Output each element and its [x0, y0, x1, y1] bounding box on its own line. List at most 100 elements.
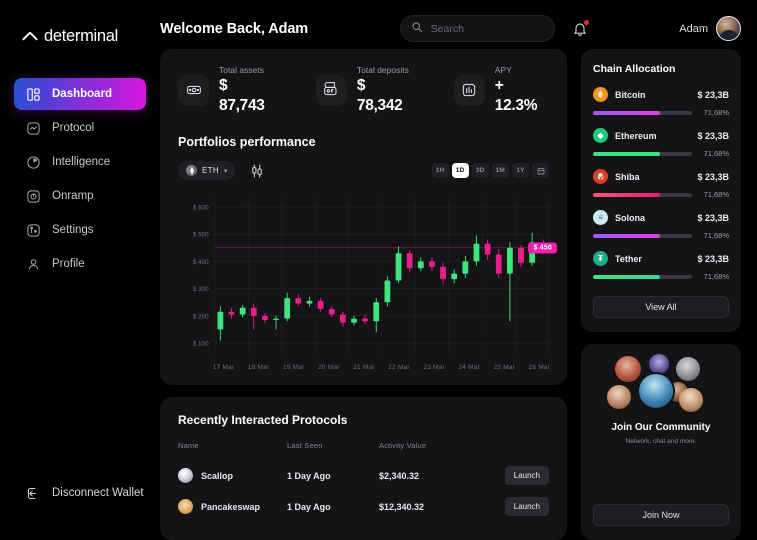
view-all-button[interactable]: View All — [593, 296, 729, 319]
tether-icon: ₮ — [593, 251, 608, 267]
chart-x-tick: 19 Mar — [283, 364, 305, 371]
protocols-table: Name Last Seen Activity Value Scallop 1 … — [178, 441, 549, 522]
chart-x-tick: 24 Mar — [458, 364, 480, 371]
disconnect-wallet-button[interactable]: Disconnect Wallet — [14, 478, 156, 508]
chain-percent: 71,68% — [703, 190, 729, 200]
community-title: Join Our Community — [611, 422, 711, 434]
left-column: Total assets $ 87,743 Total deposits $ 7… — [160, 49, 567, 540]
content-grid: Total assets $ 87,743 Total deposits $ 7… — [160, 43, 741, 540]
sidebar-item-label: Protocol — [52, 122, 95, 134]
chart-controls: ETH ▾ 1H 1D 3D 1M 1Y — [178, 161, 549, 180]
chart-x-tick: 22 Mar — [388, 364, 410, 371]
asset-symbol: ETH — [202, 166, 219, 175]
sidebar-item-protocol[interactable]: Protocol — [14, 112, 146, 144]
user-name: Adam — [679, 22, 708, 35]
settings-icon — [26, 223, 41, 238]
price-marker-badge: $ 450 — [528, 242, 557, 254]
solona-icon: ≡ — [593, 210, 608, 226]
profile-icon — [26, 257, 41, 272]
stat-label: APY — [494, 65, 512, 76]
ethereum-icon: ◆ — [593, 128, 608, 144]
main-area: Welcome Back, Adam Adam — [160, 0, 757, 540]
chain-allocation-row: ₮ Tether $ 23,3B 71,68% — [593, 251, 729, 281]
welcome-message: Welcome Back, Adam — [160, 20, 309, 37]
candlestick-icon[interactable] — [249, 163, 265, 179]
sidebar-item-label: Dashboard — [52, 88, 113, 100]
sidebar-item-dashboard[interactable]: Dashboard — [14, 78, 146, 110]
calendar-icon[interactable] — [532, 163, 549, 178]
sidebar: determinal Dashboard Protocol Intelligen… — [0, 0, 160, 540]
sidebar-item-label: Settings — [52, 224, 94, 236]
chart-header: Portfolios performance ETH ▾ 1H 1D 3D 1M… — [160, 119, 567, 180]
stat-value: $ 78,342 — [356, 77, 403, 114]
community-card: Join Our Community Network, chat and mor… — [581, 344, 741, 540]
svg-text:$ 200: $ 200 — [193, 313, 209, 320]
avatar[interactable] — [716, 16, 741, 42]
user-menu[interactable]: Adam — [679, 16, 741, 42]
table-row: Pancakeswap 1 Day Ago $12,340.32 Launch — [178, 491, 549, 522]
chain-progress-bar — [593, 274, 692, 279]
stat-total-deposits: Total deposits $ 78,342 — [315, 65, 414, 115]
sidebar-nav: Dashboard Protocol Intelligence Onramp S… — [0, 78, 160, 280]
chain-allocation-card: Chain Allocation ฿ Bitcoin $ 23,3B 71,68% ◆ E… — [581, 49, 741, 333]
wallet-icon — [315, 74, 347, 106]
protocol-icon — [26, 121, 41, 136]
intelligence-icon — [26, 155, 41, 170]
protocol-last-seen: 1 Day Ago — [287, 501, 331, 512]
search-input[interactable] — [430, 22, 544, 35]
sidebar-item-onramp[interactable]: Onramp — [14, 180, 146, 212]
chain-progress-bar — [593, 151, 692, 156]
chart-x-tick: 18 Mar — [247, 364, 270, 371]
stat-total-assets: Total assets $ 87,743 — [178, 65, 276, 115]
chart-x-tick: 23 Mar — [423, 364, 445, 371]
sidebar-item-intelligence[interactable]: Intelligence — [14, 146, 146, 178]
chevron-down-icon: ▾ — [223, 167, 228, 175]
chain-name: Tether — [615, 253, 642, 264]
chain-percent: 71,68% — [703, 272, 729, 282]
protocols-card: Recently Interacted Protocols Name Last … — [160, 397, 567, 540]
chain-allocation-title: Chain Allocation — [593, 63, 676, 76]
chart-x-tick: 20 Mar — [318, 364, 340, 371]
stat-label: Total deposits — [356, 65, 409, 76]
chain-amount: $ 23,3B — [697, 171, 729, 182]
table-row: Scallop 1 Day Ago $2,340.32 Launch — [178, 460, 549, 491]
chart-x-tick: 25 Mar — [493, 364, 516, 371]
logout-icon — [26, 486, 41, 501]
chain-amount: $ 23,3B — [697, 130, 729, 141]
search-bar[interactable] — [399, 15, 555, 43]
launch-button[interactable]: Launch — [504, 497, 549, 516]
chain-name: Shiba — [615, 171, 640, 182]
timeframe-1d[interactable]: 1D — [451, 163, 469, 178]
chain-percent: 71,68% — [703, 149, 729, 159]
launch-button[interactable]: Launch — [504, 466, 549, 485]
column-header-action — [491, 441, 549, 460]
timeframe-1h[interactable]: 1H — [431, 163, 449, 178]
chain-name: Ethereum — [615, 130, 657, 141]
chain-percent: 71,68% — [703, 231, 729, 241]
column-header-last-seen: Last Seen — [287, 441, 323, 450]
timeframe-group: 1H 1D 3D 1M 1Y — [431, 163, 549, 178]
join-now-button[interactable]: Join Now — [593, 504, 729, 526]
chain-progress-bar — [593, 110, 692, 115]
notifications-button[interactable] — [572, 18, 590, 37]
asset-selector[interactable]: ETH ▾ — [178, 161, 236, 180]
search-icon — [411, 20, 423, 38]
sidebar-item-settings[interactable]: Settings — [14, 214, 146, 246]
candlestick-chart[interactable]: $ 600 $ 500 $ 400 $ 300 $ 200 $ 100 $ 450 — [170, 190, 557, 360]
protocol-activity-value: $2,340.32 — [379, 470, 420, 481]
timeframe-3d[interactable]: 3D — [471, 163, 489, 178]
chain-name: Solona — [615, 212, 646, 223]
chain-progress-bar — [593, 233, 692, 238]
brand-logo[interactable]: determinal — [0, 20, 160, 52]
stats-row: Total assets $ 87,743 Total deposits $ 7… — [160, 49, 567, 119]
disconnect-wallet-label: Disconnect Wallet — [52, 487, 144, 499]
timeframe-1m[interactable]: 1M — [491, 163, 509, 178]
sidebar-item-profile[interactable]: Profile — [14, 248, 146, 280]
sidebar-item-label: Onramp — [52, 190, 94, 202]
dashboard-app: determinal Dashboard Protocol Intelligen… — [0, 0, 757, 540]
timeframe-1y[interactable]: 1Y — [512, 163, 529, 178]
chain-allocation-list: ฿ Bitcoin $ 23,3B 71,68% ◆ Ethereum $ 23,3B 71,… — [593, 87, 729, 281]
column-header-name: Name — [178, 441, 199, 450]
chain-amount: $ 23,3B — [697, 212, 729, 223]
chain-allocation-row: ≡ Solona $ 23,3B 71,68% — [593, 210, 729, 240]
